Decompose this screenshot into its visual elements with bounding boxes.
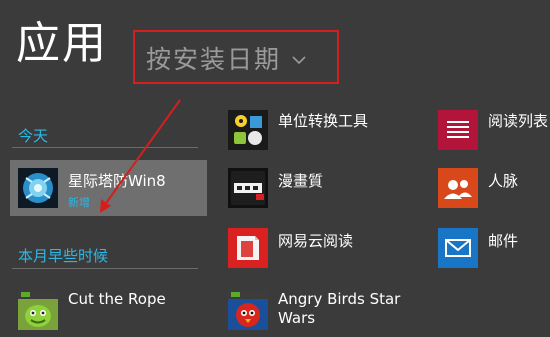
section-today: 今天 <box>18 127 49 145</box>
people-app-icon[interactable] <box>438 168 478 208</box>
mail-app-icon[interactable] <box>438 228 478 268</box>
section-divider <box>12 147 198 148</box>
unit-converter-app-icon[interactable] <box>228 110 268 150</box>
app-name[interactable]: 单位转换工具 <box>278 110 368 131</box>
app-name[interactable]: 邮件 <box>488 230 518 251</box>
cut-the-rope-app-icon[interactable] <box>18 290 58 330</box>
app-name[interactable]: Cut the Rope <box>68 290 166 308</box>
app-name[interactable]: 阅读列表 <box>488 110 548 131</box>
netease-reader-app-icon[interactable] <box>228 228 268 268</box>
xingji-app-icon <box>18 168 58 208</box>
angry-birds-app-icon[interactable] <box>228 290 268 330</box>
new-badge: 新增 <box>68 196 90 209</box>
section-earlier: 本月早些时候 <box>18 247 109 265</box>
reading-list-app-icon[interactable] <box>438 110 478 150</box>
app-name[interactable]: 漫畫質 <box>278 170 323 191</box>
page-title: 应用 <box>16 18 108 69</box>
app-name[interactable]: 人脉 <box>488 170 518 191</box>
app-name: 星际塔防Win8 <box>68 172 166 190</box>
chevron-down-icon[interactable] <box>291 52 307 68</box>
sort-dropdown-label[interactable]: 按安装日期 <box>146 44 281 76</box>
app-name[interactable]: 网易云阅读 <box>278 230 353 251</box>
section-divider <box>12 268 198 269</box>
app-name-line1[interactable]: Angry Birds Star <box>278 290 400 308</box>
app-name-line2[interactable]: Wars <box>278 309 315 327</box>
manhua-app-icon[interactable] <box>228 168 268 208</box>
